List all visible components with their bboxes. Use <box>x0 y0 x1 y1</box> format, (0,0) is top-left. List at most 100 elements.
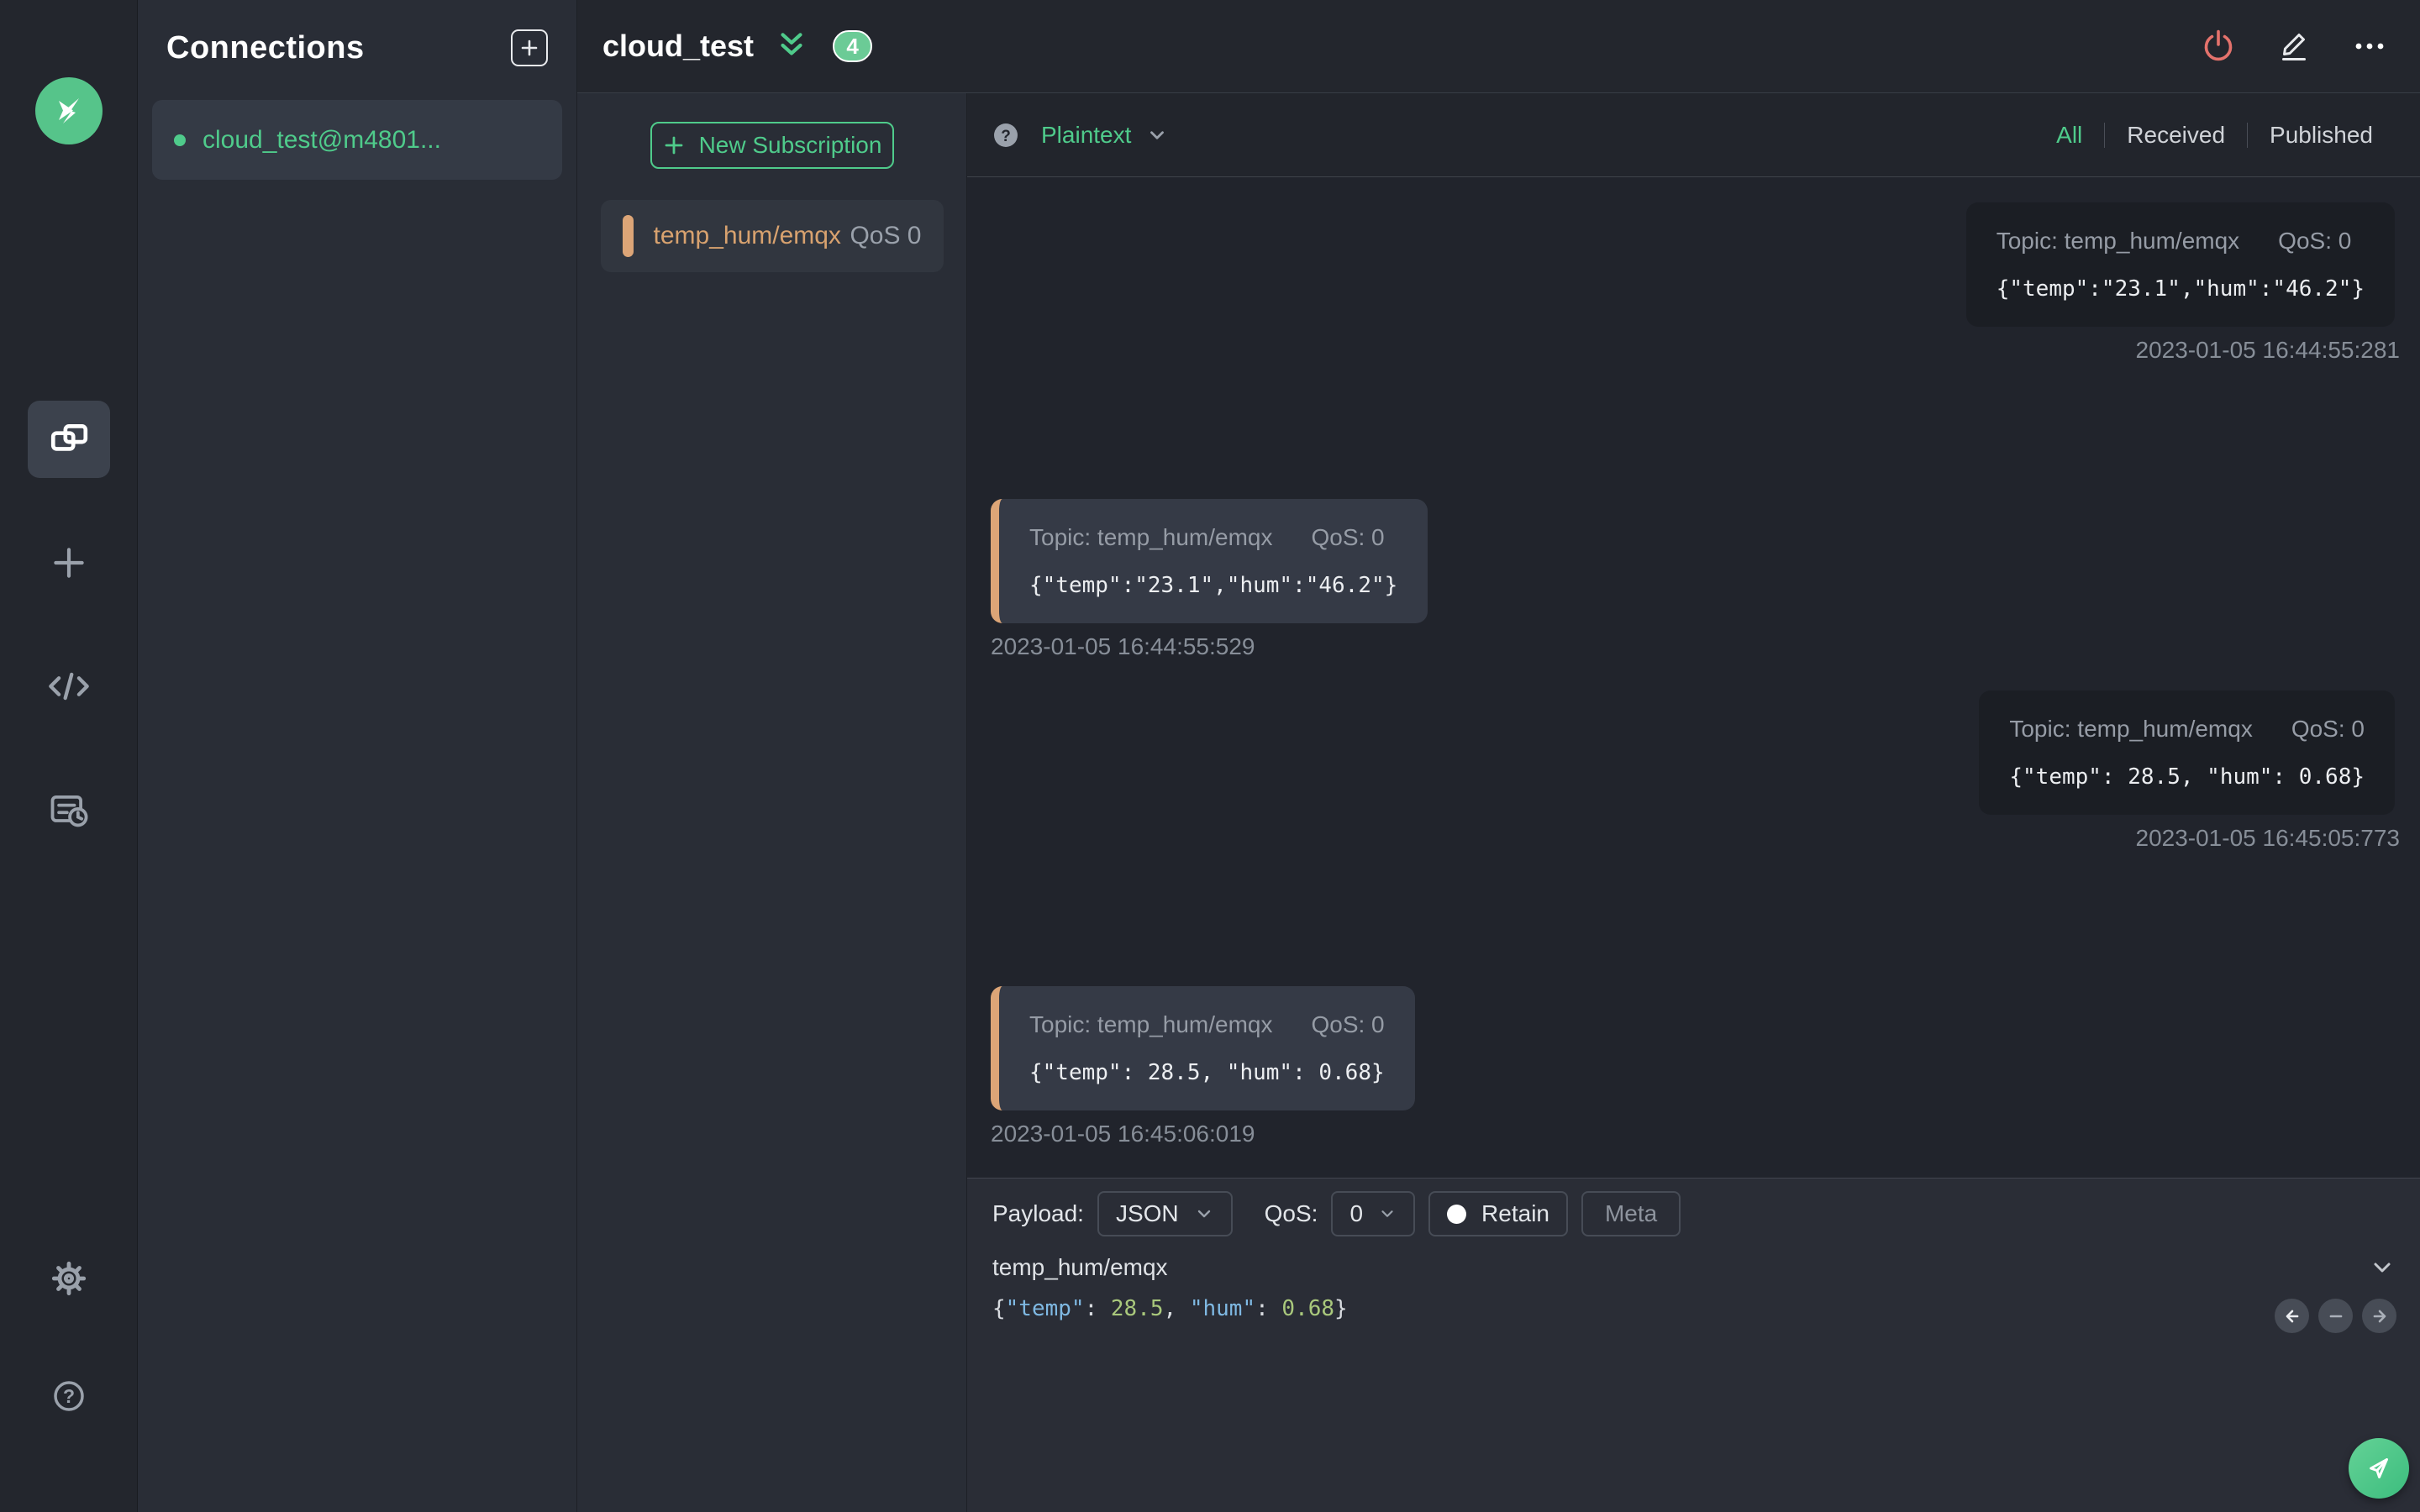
message-bubble[interactable]: Topic: temp_hum/emqx QoS: 0 {"temp": 28.… <box>991 986 1415 1110</box>
pencil-icon <box>2275 28 2312 65</box>
app-sidebar: ? <box>0 0 138 1512</box>
sidebar-item-script[interactable] <box>28 648 110 725</box>
sidebar-item-log[interactable] <box>28 771 110 848</box>
retain-toggle[interactable]: Retain <box>1428 1191 1568 1236</box>
connected-status-dot <box>174 134 186 146</box>
ellipsis-icon <box>2351 28 2388 65</box>
help-icon: ? <box>49 1376 89 1416</box>
plus-icon <box>519 38 539 58</box>
message-topic: Topic: temp_hum/emqx <box>1029 1011 1273 1037</box>
publish-topic-input[interactable]: temp_hum/emqx <box>992 1254 1168 1281</box>
message-meta: Topic: temp_hum/emqx QoS: 0 <box>1029 524 1397 551</box>
page-title: cloud_test <box>602 29 755 63</box>
subscription-color-bar <box>622 215 634 257</box>
message-topic: Topic: temp_hum/emqx <box>2009 715 2253 742</box>
filter-published[interactable]: Published <box>2248 122 2395 149</box>
message-payload: {"temp":"23.1","hum":"46.2"} <box>1996 276 2365 302</box>
double-chevron-down-icon <box>774 29 809 64</box>
topic-history-button[interactable] <box>2370 1255 2395 1280</box>
new-subscription-label: New Subscription <box>698 132 882 158</box>
message-row: Topic: temp_hum/emqx QoS: 0 {"temp": 28.… <box>991 690 2400 957</box>
connection-name: cloud_test@m4801... <box>203 125 441 154</box>
connections-icon <box>48 418 90 460</box>
qos-value: 0 <box>1349 1200 1364 1226</box>
code-icon <box>47 664 91 708</box>
publish-topic-row: temp_hum/emqx <box>967 1254 2420 1281</box>
message-timestamp: 2023-01-05 16:45:05:773 <box>2135 824 2401 851</box>
send-paper-plane-icon <box>2361 1451 2396 1486</box>
meta-button[interactable]: Meta <box>1581 1191 1681 1236</box>
message-topic: Topic: temp_hum/emqx <box>1996 228 2240 254</box>
message-timestamp: 2023-01-05 16:44:55:281 <box>2135 337 2401 363</box>
clear-message-button[interactable] <box>2318 1299 2353 1333</box>
mqttx-logo-icon <box>34 77 103 144</box>
messages-pane: ? Plaintext All Received Published Topic… <box>967 93 2420 1512</box>
payload-format-value: Plaintext <box>1041 121 1132 148</box>
disconnect-button[interactable] <box>2200 28 2237 65</box>
qos-select[interactable]: 0 <box>1331 1191 1416 1236</box>
subscription-item[interactable]: temp_hum/emqx QoS 0 <box>600 200 944 272</box>
svg-text:?: ? <box>62 1385 74 1407</box>
send-message-button[interactable] <box>2349 1438 2409 1499</box>
message-row: Topic: temp_hum/emqx QoS: 0 {"temp":"23.… <box>991 498 2395 660</box>
message-timestamp: 2023-01-05 16:44:55:529 <box>991 633 1255 659</box>
message-bubble[interactable]: Topic: temp_hum/emqx QoS: 0 {"temp":"23.… <box>1965 202 2395 327</box>
sidebar-item-settings[interactable] <box>28 1240 110 1317</box>
next-message-button[interactable] <box>2362 1299 2396 1333</box>
payload-help-icon[interactable]: ? <box>992 122 1019 149</box>
sidebar-item-connections[interactable] <box>27 401 110 478</box>
retain-label: Retain <box>1481 1200 1549 1226</box>
prev-message-button[interactable] <box>2275 1299 2309 1333</box>
message-count-badge: 4 <box>833 30 873 62</box>
message-payload: {"temp":"23.1","hum":"46.2"} <box>1029 572 1398 598</box>
chevron-down-icon <box>1194 1204 1214 1224</box>
subscriptions-panel: New Subscription temp_hum/emqx QoS 0 <box>577 93 967 1512</box>
connections-header: Connections <box>138 0 576 96</box>
connection-list-item[interactable]: cloud_test@m4801... <box>152 100 562 180</box>
payload-type-value: JSON <box>1115 1200 1179 1226</box>
message-qos: QoS: 0 <box>2291 715 2365 742</box>
payload-type-select[interactable]: JSON <box>1097 1191 1233 1236</box>
message-qos: QoS: 0 <box>1311 523 1385 550</box>
message-qos: QoS: 0 <box>1311 1011 1385 1037</box>
message-meta: Topic: temp_hum/emqx QoS: 0 <box>2009 716 2365 743</box>
minus-icon <box>2325 1305 2347 1327</box>
message-timestamp: 2023-01-05 16:45:06:019 <box>991 1121 1255 1147</box>
retain-indicator-dot <box>1447 1204 1467 1224</box>
message-list[interactable]: Topic: temp_hum/emqx QoS: 0 {"temp":"23.… <box>967 177 2420 1178</box>
qos-label: QoS: <box>1264 1200 1318 1226</box>
payload-label: Payload: <box>992 1200 1084 1226</box>
sidebar-item-new-connection[interactable] <box>28 524 110 601</box>
connection-view: cloud_test 4 New Subscription temp_hum/e… <box>577 0 2420 1512</box>
add-connection-button[interactable] <box>511 29 548 66</box>
plus-icon <box>48 542 90 584</box>
svg-text:?: ? <box>1001 128 1011 145</box>
publish-panel: Payload: JSON QoS: 0 Retain Meta temp_hu… <box>967 1178 2420 1512</box>
connections-title: Connections <box>166 29 365 66</box>
publish-payload-editor[interactable]: {"temp": 28.5, "hum": 0.68} <box>967 1296 2420 1321</box>
messages-toolbar: ? Plaintext All Received Published <box>967 93 2420 177</box>
subscription-topic: temp_hum/emqx <box>653 222 841 249</box>
subscription-qos: QoS 0 <box>850 222 922 249</box>
message-row: Topic: temp_hum/emqx QoS: 0 {"temp":"23.… <box>991 202 2400 469</box>
filter-received[interactable]: Received <box>2105 122 2247 149</box>
collapse-panel-button[interactable] <box>774 29 809 64</box>
new-subscription-button[interactable]: New Subscription <box>650 122 894 169</box>
message-filters: All Received Published <box>2034 122 2395 149</box>
payload-format-select[interactable]: Plaintext <box>1041 122 1168 149</box>
message-bubble[interactable]: Topic: temp_hum/emqx QoS: 0 {"temp": 28.… <box>1979 690 2395 815</box>
more-options-button[interactable] <box>2351 28 2388 65</box>
arrow-left-icon <box>2281 1305 2303 1327</box>
sidebar-item-help[interactable]: ? <box>28 1357 110 1435</box>
message-qos: QoS: 0 <box>2278 228 2352 254</box>
edit-connection-button[interactable] <box>2275 28 2312 65</box>
message-nav-controls <box>2275 1299 2396 1333</box>
chevron-down-icon <box>1378 1205 1397 1223</box>
filter-all[interactable]: All <box>2034 122 2104 149</box>
message-payload: {"temp": 28.5, "hum": 0.68} <box>1029 1060 1385 1085</box>
chevron-down-icon <box>2370 1255 2395 1280</box>
connections-panel: Connections cloud_test@m4801... <box>138 0 577 1512</box>
gear-icon <box>48 1257 90 1299</box>
message-bubble[interactable]: Topic: temp_hum/emqx QoS: 0 {"temp":"23.… <box>991 498 1428 623</box>
publish-toolbar: Payload: JSON QoS: 0 Retain Meta <box>967 1190 2420 1237</box>
